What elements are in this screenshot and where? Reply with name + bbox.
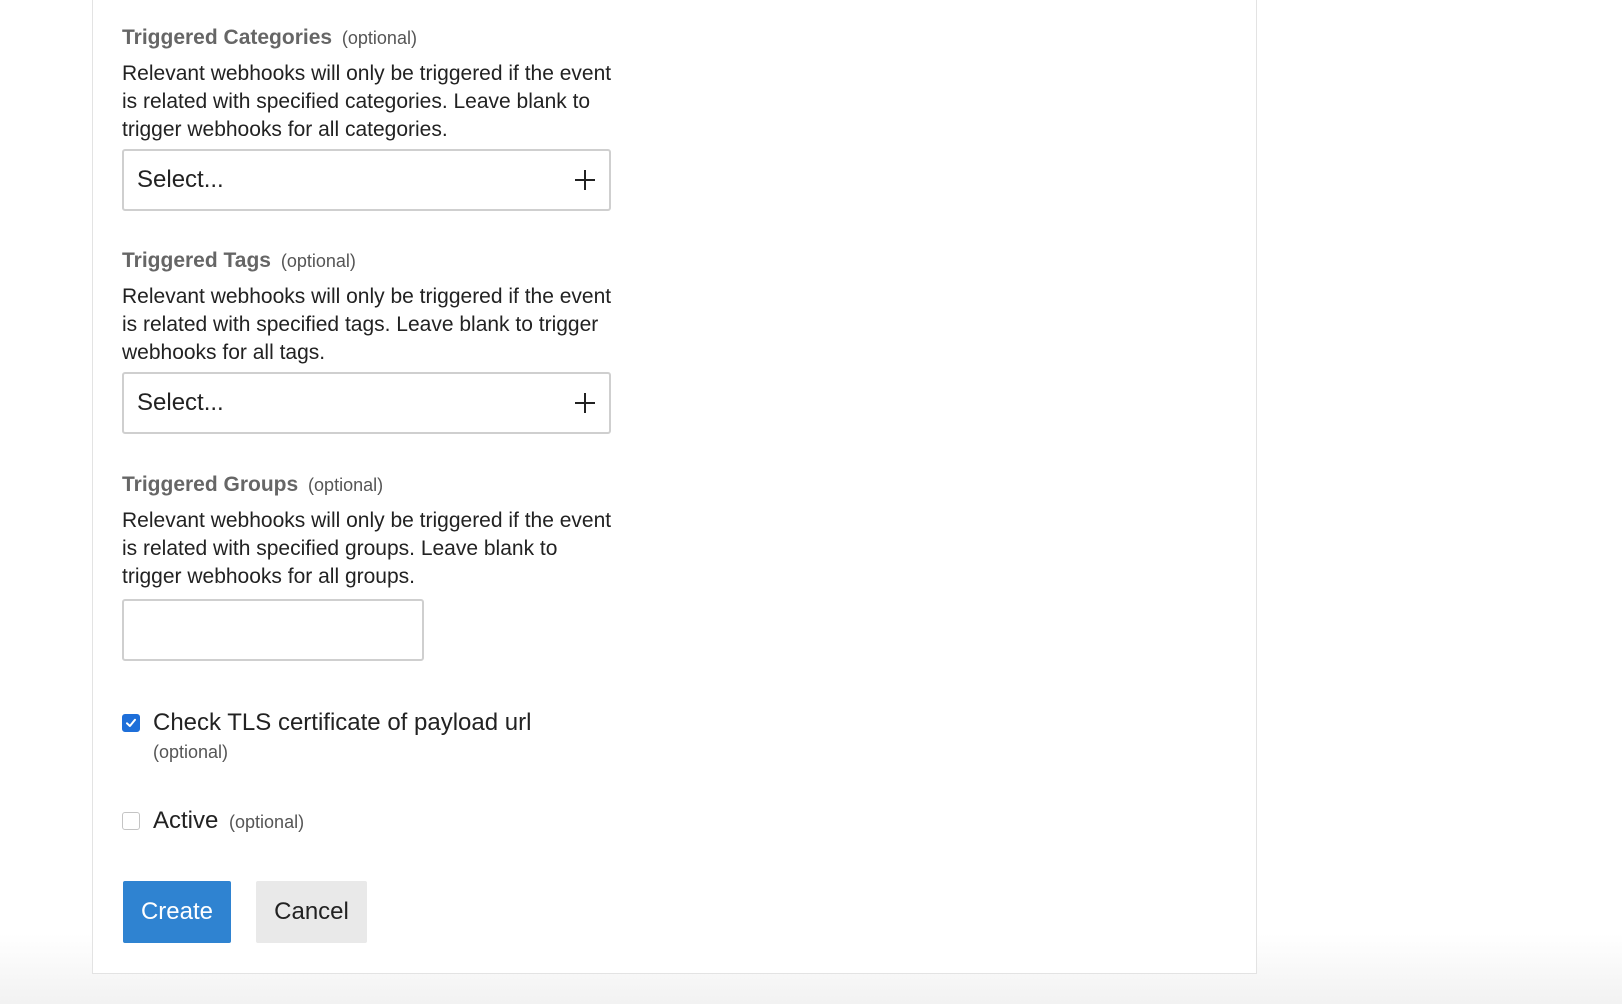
checkmark-icon: [126, 718, 136, 727]
triggered-tags-label-text: Triggered Tags: [122, 249, 271, 272]
triggered-groups-input[interactable]: [122, 599, 424, 661]
optional-tag: (optional): [229, 812, 305, 832]
triggered-groups-label-text: Triggered Groups: [122, 473, 299, 496]
active-label-wrap[interactable]: Active (optional): [153, 806, 304, 837]
triggered-categories-field: Triggered Categories (optional) Relevant…: [122, 25, 722, 211]
plus-icon[interactable]: [575, 170, 595, 190]
cancel-button[interactable]: Cancel: [256, 881, 367, 943]
triggered-tags-field: Triggered Tags (optional) Relevant webho…: [122, 248, 722, 434]
triggered-categories-description: Relevant webhooks will only be triggered…: [122, 62, 612, 141]
triggered-categories-select[interactable]: Select...: [122, 149, 611, 211]
tls-check-checkbox[interactable]: [122, 714, 140, 732]
create-button[interactable]: Create: [123, 881, 231, 943]
select-placeholder: Select...: [137, 389, 224, 416]
optional-tag: (optional): [308, 475, 384, 495]
optional-tag: (optional): [153, 742, 229, 762]
triggered-groups-label: Triggered Groups (optional): [122, 472, 722, 498]
triggered-groups-field: Triggered Groups (optional) Relevant web…: [122, 472, 722, 661]
triggered-tags-select[interactable]: Select...: [122, 372, 611, 434]
triggered-categories-label: Triggered Categories (optional): [122, 25, 722, 51]
select-placeholder: Select...: [137, 166, 224, 193]
active-label: Active: [153, 807, 219, 834]
optional-tag: (optional): [341, 28, 417, 48]
tls-check-label[interactable]: Check TLS certificate of payload url: [153, 708, 531, 738]
plus-icon[interactable]: [575, 393, 595, 413]
triggered-tags-description: Relevant webhooks will only be triggered…: [122, 285, 612, 364]
active-checkbox[interactable]: [122, 812, 140, 830]
triggered-groups-description: Relevant webhooks will only be triggered…: [122, 509, 612, 588]
triggered-tags-label: Triggered Tags (optional): [122, 248, 722, 274]
triggered-categories-label-text: Triggered Categories: [122, 26, 333, 49]
optional-tag: (optional): [280, 251, 356, 271]
